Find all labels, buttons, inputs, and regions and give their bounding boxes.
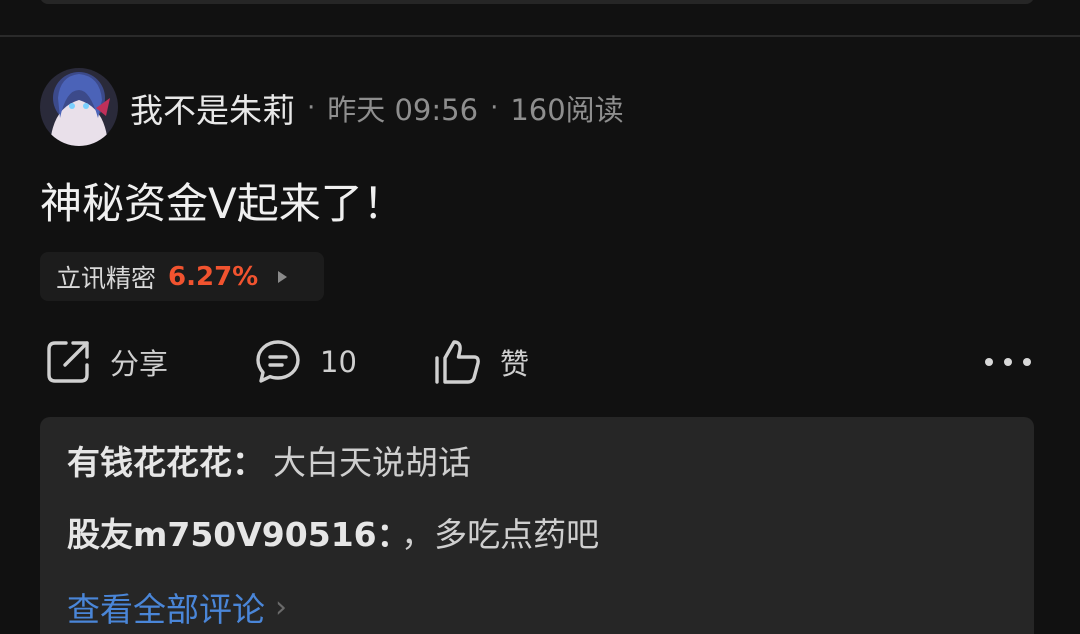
play-arrow-icon [278, 270, 288, 283]
more-dot-icon [1023, 358, 1031, 366]
view-all-label: 查看全部评论 [67, 590, 265, 629]
author-name[interactable]: 我不是朱莉 [130, 84, 295, 132]
like-label: 赞 [500, 347, 530, 381]
stock-change: 6.27% [168, 261, 259, 292]
thumbs-up-icon [435, 340, 480, 384]
comment-username[interactable]: 有钱花花花 [67, 443, 232, 482]
more-dot-icon [1004, 358, 1012, 366]
comment-item[interactable]: 股友m750V90516： ，多吃点药吧 [67, 513, 599, 557]
comment-text: 大白天说胡话 [273, 443, 471, 482]
comment-text: ，多吃点药吧 [401, 515, 600, 554]
comment-preview-box[interactable]: 有钱花花花： 大白天说胡话 股友m750V90516： ，多吃点药吧 查看全部评论 … [40, 417, 1034, 634]
meta-separator: · [307, 93, 316, 123]
post-text[interactable]: 神秘资金V起来了！ [40, 170, 405, 231]
comment-icon [256, 340, 300, 383]
share-label: 分享 [110, 347, 169, 381]
view-all-comments-link[interactable]: 查看全部评论 › [67, 583, 287, 631]
comment-button[interactable]: 10 [254, 336, 357, 388]
stock-tag[interactable]: 立讯精密 6.27% [40, 252, 324, 301]
post-header: 我不是朱莉 · 昨天 09:56 · 160阅读 [130, 80, 624, 136]
post-feed: 我不是朱莉 · 昨天 09:56 · 160阅读 神秘资金V起来了！ 立讯精密 … [0, 0, 1080, 634]
comment-item[interactable]: 有钱花花花： 大白天说胡话 [67, 441, 471, 485]
share-button[interactable]: 分享 [44, 336, 168, 388]
comment-colon: ： [376, 515, 394, 554]
stock-name: 立讯精密 [56, 263, 157, 293]
share-icon [47, 341, 89, 383]
previous-comment-box [40, 0, 1034, 4]
chevron-right-icon: › [275, 589, 287, 625]
meta-separator: · [490, 93, 499, 123]
view-count: 160阅读 [510, 93, 624, 127]
like-button[interactable]: 赞 [432, 336, 529, 388]
comment-colon: ： [232, 443, 265, 482]
more-dot-icon [985, 358, 993, 366]
comment-count: 10 [320, 345, 357, 379]
comment-username[interactable]: 股友m750V90516 [67, 515, 377, 554]
more-options-button[interactable] [985, 346, 1031, 378]
post-time: 昨天 09:56 [327, 93, 479, 127]
post-divider [0, 35, 1080, 37]
avatar[interactable] [40, 68, 118, 146]
